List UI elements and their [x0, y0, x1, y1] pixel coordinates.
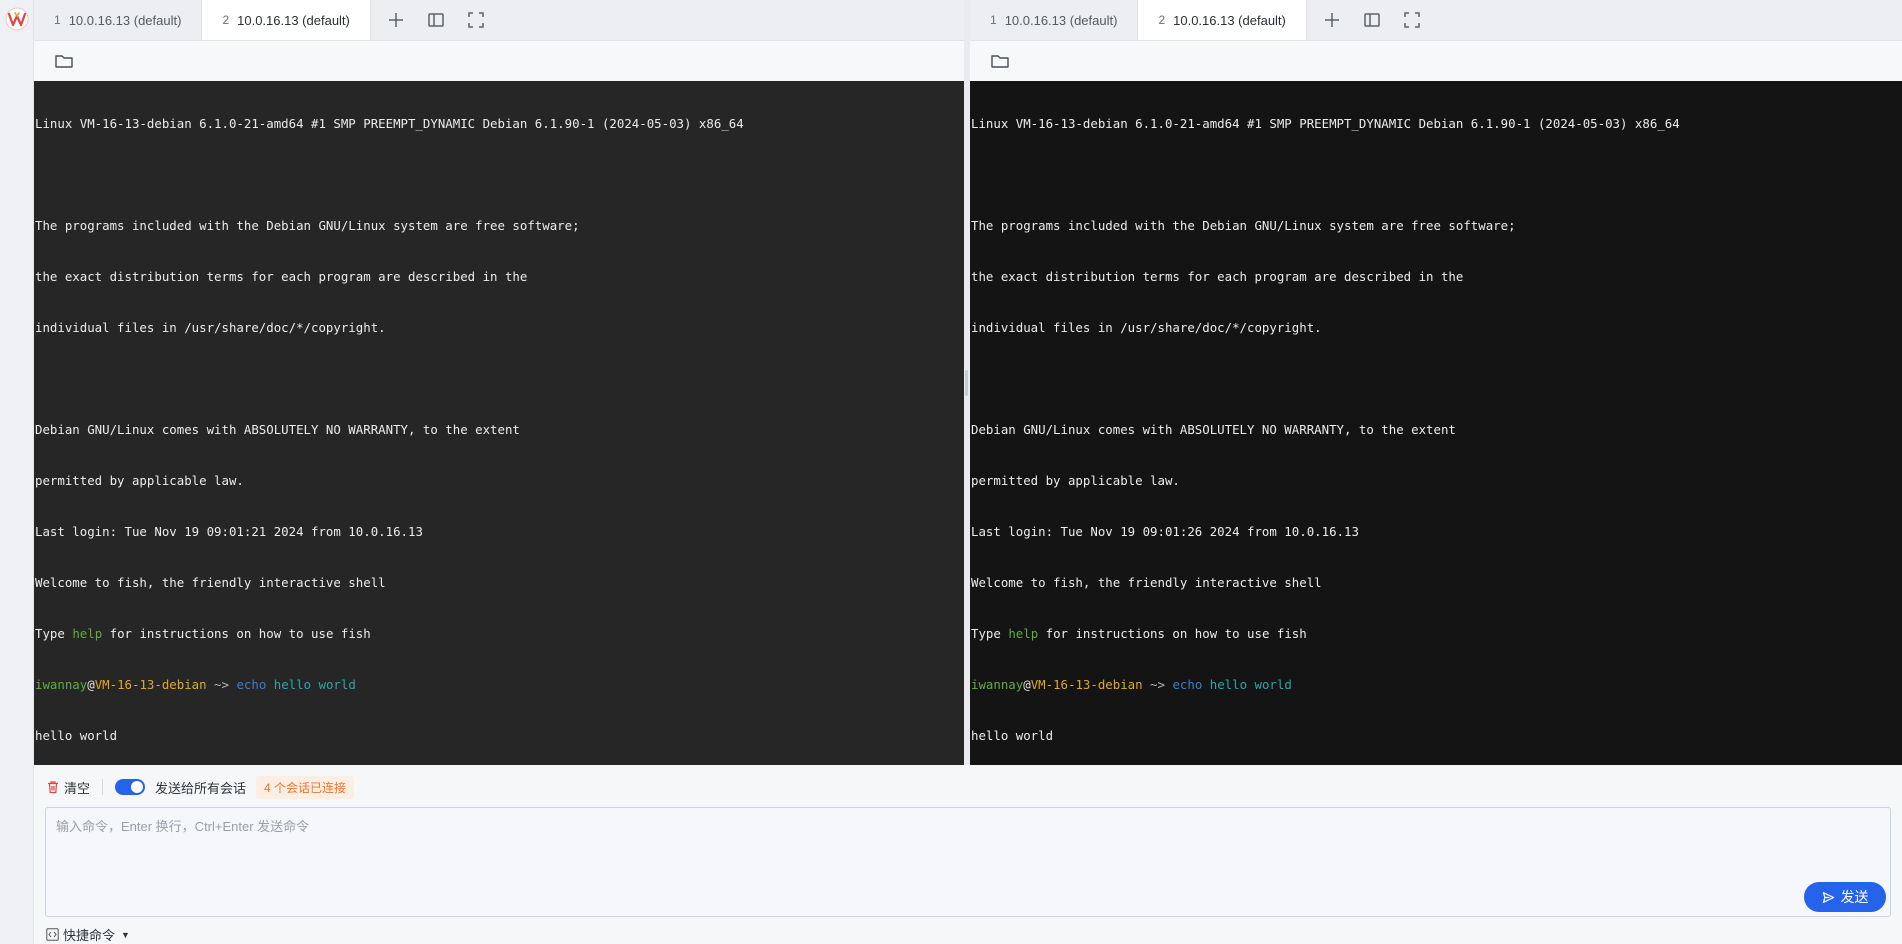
broadcast-toggle-label: 发送给所有会话 [155, 778, 246, 797]
terminal-line: permitted by applicable law. [971, 472, 1901, 489]
app-window: 1 10.0.16.13 (default) 2 10.0.16.13 (def… [0, 0, 1902, 944]
terminal-line: Welcome to fish, the friendly interactiv… [35, 574, 963, 591]
fullscreen-icon[interactable] [465, 9, 487, 31]
command-input-box: 发送 [45, 807, 1891, 917]
tab-label: 10.0.16.13 (default) [69, 13, 182, 28]
terminal-line: individual files in /usr/share/doc/*/cop… [971, 319, 1901, 336]
split-drag-handle[interactable] [965, 370, 968, 396]
terminal-line: Type help for instructions on how to use… [971, 625, 1901, 642]
quick-commands-menu[interactable]: 快捷命令 ▼ [46, 925, 130, 944]
tab-number: 1 [54, 13, 61, 27]
terminal-line: Last login: Tue Nov 19 09:01:21 2024 fro… [35, 523, 963, 540]
terminal-line: permitted by applicable law. [35, 472, 963, 489]
split-view-icon[interactable] [425, 9, 447, 31]
terminal-line: the exact distribution terms for each pr… [35, 268, 963, 285]
terminal-line: hello world [35, 727, 963, 744]
send-button[interactable]: 发送 [1804, 882, 1886, 912]
tab-session-2[interactable]: 2 10.0.16.13 (default) [202, 0, 370, 40]
terminal-line: Type help for instructions on how to use… [35, 625, 963, 642]
tab-session-2[interactable]: 2 10.0.16.13 (default) [1138, 0, 1306, 40]
tab-session-1[interactable]: 1 10.0.16.13 (default) [970, 0, 1138, 40]
tab-label: 10.0.16.13 (default) [1173, 13, 1286, 28]
send-button-label: 发送 [1841, 887, 1869, 907]
folder-icon[interactable] [990, 51, 1010, 71]
broadcast-toggle[interactable] [115, 779, 145, 795]
terminal-pane-right: 1 10.0.16.13 (default) 2 10.0.16.13 (def… [970, 0, 1902, 765]
folder-icon[interactable] [54, 51, 74, 71]
file-toolbar [970, 41, 1902, 81]
terminal-pane-left: 1 10.0.16.13 (default) 2 10.0.16.13 (def… [34, 0, 964, 765]
toolbar-divider [102, 779, 103, 795]
tab-bar: 1 10.0.16.13 (default) 2 10.0.16.13 (def… [34, 0, 964, 41]
terminal-line: Debian GNU/Linux comes with ABSOLUTELY N… [35, 421, 963, 438]
terminal-line: Last login: Tue Nov 19 09:01:26 2024 fro… [971, 523, 1901, 540]
terminal-line: Linux VM-16-13-debian 6.1.0-21-amd64 #1 … [971, 115, 1901, 132]
clear-button-label: 清空 [64, 778, 90, 797]
terminal-line: Debian GNU/Linux comes with ABSOLUTELY N… [971, 421, 1901, 438]
terminal-line: the exact distribution terms for each pr… [971, 268, 1901, 285]
terminal-output[interactable]: Linux VM-16-13-debian 6.1.0-21-amd64 #1 … [970, 81, 1902, 765]
left-rail [0, 0, 34, 944]
tab-tools [371, 0, 487, 40]
terminal-line: Linux VM-16-13-debian 6.1.0-21-amd64 #1 … [35, 115, 963, 132]
terminal-prompt-line: iwannay@VM-16-13-debian ~> echo hello wo… [971, 676, 1901, 693]
terminal-prompt-line: iwannay@VM-16-13-debian ~> echo hello wo… [35, 676, 963, 693]
session-count-badge: 4 个会话已连接 [256, 776, 354, 799]
fullscreen-icon[interactable] [1401, 9, 1423, 31]
tab-session-1[interactable]: 1 10.0.16.13 (default) [34, 0, 202, 40]
broadcast-panel: 清空 发送给所有会话 4 个会话已连接 发送 快捷命令 ▼ [34, 765, 1902, 944]
tab-bar: 1 10.0.16.13 (default) 2 10.0.16.13 (def… [970, 0, 1902, 41]
terminal-line: The programs included with the Debian GN… [971, 217, 1901, 234]
terminal-line: individual files in /usr/share/doc/*/cop… [35, 319, 963, 336]
tab-tools [1307, 0, 1423, 40]
tab-number: 2 [222, 13, 229, 27]
app-logo-icon[interactable] [4, 6, 30, 32]
chevron-down-icon: ▼ [121, 930, 130, 940]
send-icon [1822, 891, 1835, 904]
trash-icon [46, 780, 60, 794]
add-tab-icon[interactable] [1321, 9, 1343, 31]
terminal-line: Welcome to fish, the friendly interactiv… [971, 574, 1901, 591]
file-toolbar [34, 41, 964, 81]
code-snippet-icon [46, 928, 59, 941]
tab-number: 2 [1158, 13, 1165, 27]
tab-number: 1 [990, 13, 997, 27]
add-tab-icon[interactable] [385, 9, 407, 31]
split-view-icon[interactable] [1361, 9, 1383, 31]
clear-button[interactable]: 清空 [46, 778, 90, 797]
quick-commands-label: 快捷命令 [63, 925, 115, 944]
command-input[interactable] [46, 808, 1890, 916]
broadcast-toolbar: 清空 发送给所有会话 4 个会话已连接 [46, 775, 354, 799]
tab-label: 10.0.16.13 (default) [237, 13, 350, 28]
terminal-line: The programs included with the Debian GN… [35, 217, 963, 234]
terminal-output[interactable]: Linux VM-16-13-debian 6.1.0-21-amd64 #1 … [34, 81, 964, 765]
tab-label: 10.0.16.13 (default) [1005, 13, 1118, 28]
terminal-line: hello world [971, 727, 1901, 744]
